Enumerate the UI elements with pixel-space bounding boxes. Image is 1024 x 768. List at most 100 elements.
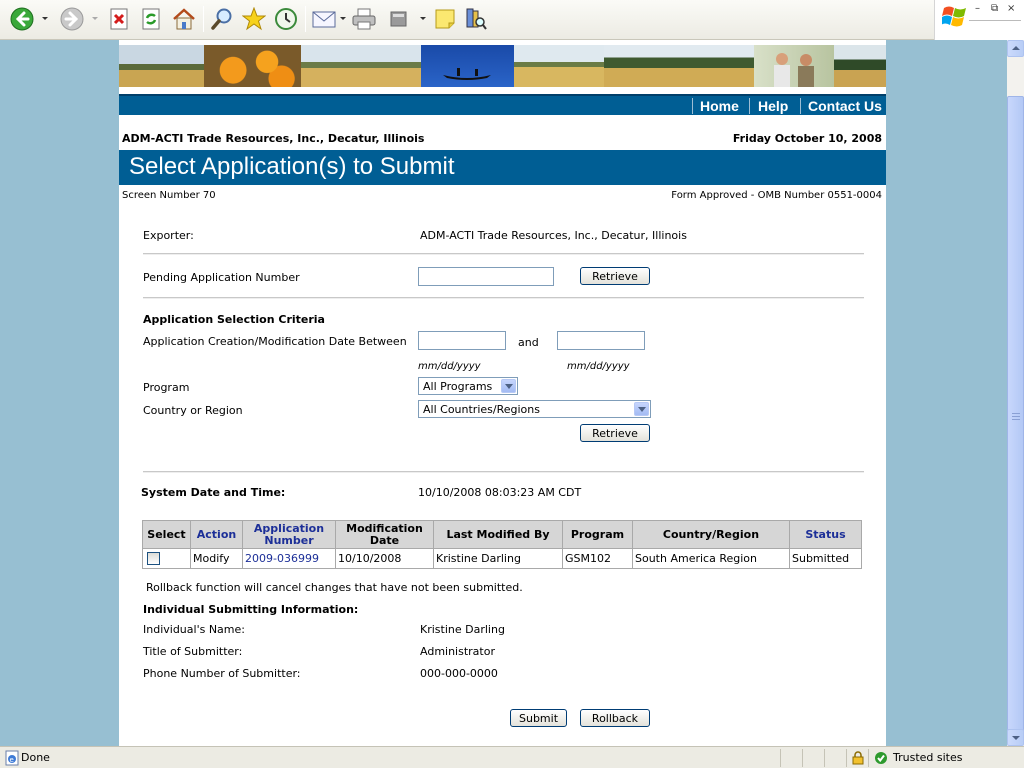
- chevron-down-icon[interactable]: [634, 402, 649, 416]
- page-icon: e: [5, 750, 19, 766]
- nav-separator: [692, 98, 693, 114]
- research-icon[interactable]: [462, 5, 490, 33]
- modification-date-cell: 10/10/2008: [335, 548, 434, 569]
- column-header-select: Select: [142, 520, 191, 549]
- banner-oranges-image: [204, 45, 301, 87]
- nav-separator: [800, 98, 801, 114]
- history-icon[interactable]: [272, 5, 300, 33]
- mail-dropdown-icon[interactable]: [340, 17, 346, 20]
- lock-icon: [852, 751, 864, 765]
- date-to-input[interactable]: [557, 331, 645, 350]
- date-from-input[interactable]: [418, 331, 506, 350]
- screen-number: Screen Number 70: [122, 190, 216, 201]
- status-cell: [802, 749, 824, 767]
- scroll-down-button[interactable]: [1007, 729, 1024, 746]
- stop-icon[interactable]: [107, 5, 133, 33]
- windows-logo-area: – ⧉ ×: [934, 0, 1024, 40]
- system-datetime-value: 10/10/2008 08:03:23 AM CDT: [418, 486, 582, 499]
- status-bar: e Done Trusted sites: [0, 746, 1024, 768]
- banner-forest-image: [834, 45, 886, 87]
- status-cell: Submitted: [789, 548, 862, 569]
- header-banner: [119, 45, 886, 87]
- and-label: and: [518, 336, 539, 349]
- vertical-scrollbar[interactable]: [1007, 40, 1024, 746]
- column-header-action[interactable]: Action: [190, 520, 243, 549]
- back-dropdown-icon[interactable]: [42, 17, 48, 20]
- submitter-title-label: Title of Submitter:: [143, 645, 243, 658]
- omb-number: Form Approved - OMB Number 0551-0004: [671, 190, 882, 201]
- close-icon[interactable]: ×: [1007, 3, 1015, 14]
- retrieve-pending-button[interactable]: Retrieve: [580, 267, 650, 285]
- scroll-up-button[interactable]: [1007, 40, 1024, 57]
- mail-icon[interactable]: [310, 5, 338, 33]
- forward-dropdown-icon: [92, 17, 98, 20]
- application-number-link[interactable]: 2009-036999: [245, 552, 319, 565]
- date-from-hint: mm/dd/yyyy: [418, 361, 481, 372]
- submitter-title-value: Administrator: [420, 645, 495, 658]
- thumb-grip: [1012, 413, 1020, 414]
- country-label: Country or Region: [143, 404, 243, 417]
- nav-separator: [749, 98, 750, 114]
- exporter-label: Exporter:: [143, 229, 194, 242]
- table-header-row: Select Action Application Number Modific…: [142, 520, 862, 549]
- program-select[interactable]: All Programs: [418, 377, 518, 395]
- country-select-value: All Countries/Regions: [423, 403, 540, 416]
- date-between-label: Application Creation/Modification Date B…: [143, 335, 407, 348]
- nav-contact-link[interactable]: Contact Us: [808, 98, 882, 114]
- search-icon[interactable]: [208, 5, 236, 33]
- windows-logo-icon: [942, 6, 966, 27]
- chevron-down-icon[interactable]: [501, 379, 516, 393]
- nav-home-link[interactable]: Home: [700, 98, 739, 114]
- thumb-grip: [1012, 419, 1020, 420]
- refresh-icon[interactable]: [139, 5, 165, 33]
- pending-application-input[interactable]: [418, 267, 554, 286]
- back-icon[interactable]: [8, 5, 36, 33]
- home-icon[interactable]: [170, 5, 198, 33]
- column-header-last-modified-by: Last Modified By: [433, 520, 563, 549]
- browser-toolbar: [0, 0, 1024, 40]
- column-header-application-number[interactable]: Application Number: [242, 520, 336, 549]
- edit-icon[interactable]: [386, 5, 412, 33]
- minimize-icon[interactable]: –: [975, 3, 980, 14]
- submitter-name-label: Individual's Name:: [143, 623, 245, 636]
- discuss-icon[interactable]: [431, 5, 459, 33]
- current-date: Friday October 10, 2008: [732, 132, 882, 145]
- criteria-heading: Application Selection Criteria: [143, 313, 325, 326]
- banner-landscape-image: [119, 45, 204, 87]
- forward-icon[interactable]: [58, 5, 86, 33]
- country-select[interactable]: All Countries/Regions: [418, 400, 651, 418]
- country-region-cell: South America Region: [632, 548, 790, 569]
- program-cell: GSM102: [562, 548, 633, 569]
- pending-application-label: Pending Application Number: [143, 271, 300, 284]
- submit-button[interactable]: Submit: [510, 709, 567, 727]
- retrieve-criteria-button[interactable]: Retrieve: [580, 424, 650, 442]
- rollback-button[interactable]: Rollback: [580, 709, 650, 727]
- banner-field-image: [301, 45, 421, 87]
- edit-dropdown-icon[interactable]: [420, 17, 426, 20]
- scrollbar-thumb[interactable]: [1007, 96, 1024, 740]
- print-icon[interactable]: [350, 5, 378, 33]
- divider: [143, 297, 864, 299]
- restore-icon[interactable]: ⧉: [991, 3, 998, 14]
- nav-help-link[interactable]: Help: [758, 98, 788, 114]
- row-select-checkbox[interactable]: [147, 552, 160, 566]
- column-header-status[interactable]: Status: [789, 520, 862, 549]
- column-header-program: Program: [562, 520, 633, 549]
- top-nav-bar: Home Help Contact Us: [119, 94, 886, 115]
- svg-text:e: e: [10, 756, 14, 764]
- security-zone[interactable]: Trusted sites: [868, 749, 1024, 767]
- divider: [143, 471, 864, 473]
- favorites-icon[interactable]: [240, 5, 268, 33]
- program-label: Program: [143, 381, 190, 394]
- status-text: Done: [21, 751, 50, 764]
- column-header-country-region: Country/Region: [632, 520, 790, 549]
- submitter-phone-value: 000-000-0000: [420, 667, 498, 680]
- applications-table: Select Action Application Number Modific…: [142, 520, 862, 569]
- toolbar-separator: [203, 6, 204, 32]
- divider: [143, 253, 864, 255]
- window-control-line: [969, 20, 1021, 21]
- date-to-hint: mm/dd/yyyy: [567, 361, 630, 372]
- rollback-note: Rollback function will cancel changes th…: [146, 581, 523, 594]
- program-select-value: All Programs: [423, 380, 493, 393]
- banner-mountain-image: [604, 45, 754, 87]
